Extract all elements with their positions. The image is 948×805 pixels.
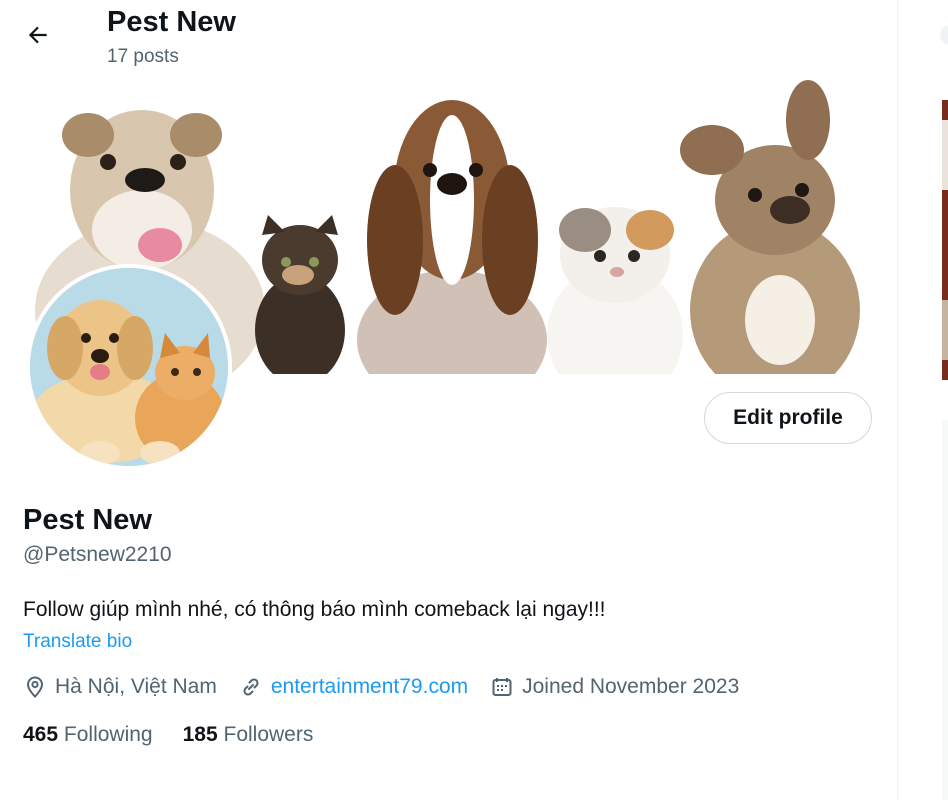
map-pin-icon — [26, 676, 44, 698]
website-link[interactable]: entertainment79.com — [271, 675, 468, 699]
following-link[interactable]: 465 Following — [23, 723, 153, 747]
profile-avatar[interactable] — [26, 264, 232, 470]
profile-meta-row: Hà Nội, Việt Nam entertainment79.com Joi… — [23, 672, 761, 702]
right-sidebar — [898, 0, 948, 800]
sidebar-edge-image — [898, 0, 948, 800]
joined-text: Joined November 2023 — [522, 675, 740, 698]
profile-joined: Joined November 2023 — [490, 675, 739, 699]
profile-main-column: Pest New 17 posts Edit profile Pest New … — [0, 0, 897, 800]
page-title: Pest New — [107, 6, 236, 38]
profile-stats: 465 Following 185 Followers — [23, 720, 343, 750]
following-label: Following — [63, 723, 153, 746]
profile-handle: @Petsnew2210 — [23, 543, 172, 566]
post-count: 17 posts — [107, 46, 179, 67]
link-icon — [243, 678, 259, 696]
profile-location: Hà Nội, Việt Nam — [23, 675, 217, 699]
profile-display-name: Pest New — [23, 504, 152, 536]
profile-website[interactable]: entertainment79.com — [239, 675, 468, 699]
back-button[interactable] — [18, 15, 58, 55]
followers-link[interactable]: 185 Followers — [183, 723, 314, 747]
calendar-icon — [492, 678, 512, 696]
profile-bio: Follow giúp mình nhé, có thông báo mình … — [23, 598, 606, 621]
arrow-left-icon — [28, 26, 47, 44]
avatar-pets-image — [30, 268, 228, 466]
profile-header-bar: Pest New 17 posts — [0, 0, 897, 80]
translate-bio-link[interactable]: Translate bio — [23, 630, 132, 654]
edit-profile-button[interactable]: Edit profile — [704, 392, 872, 444]
following-count: 465 — [23, 723, 59, 746]
followers-label: Followers — [223, 723, 314, 746]
location-text: Hà Nội, Việt Nam — [55, 675, 217, 698]
followers-count: 185 — [182, 723, 218, 746]
